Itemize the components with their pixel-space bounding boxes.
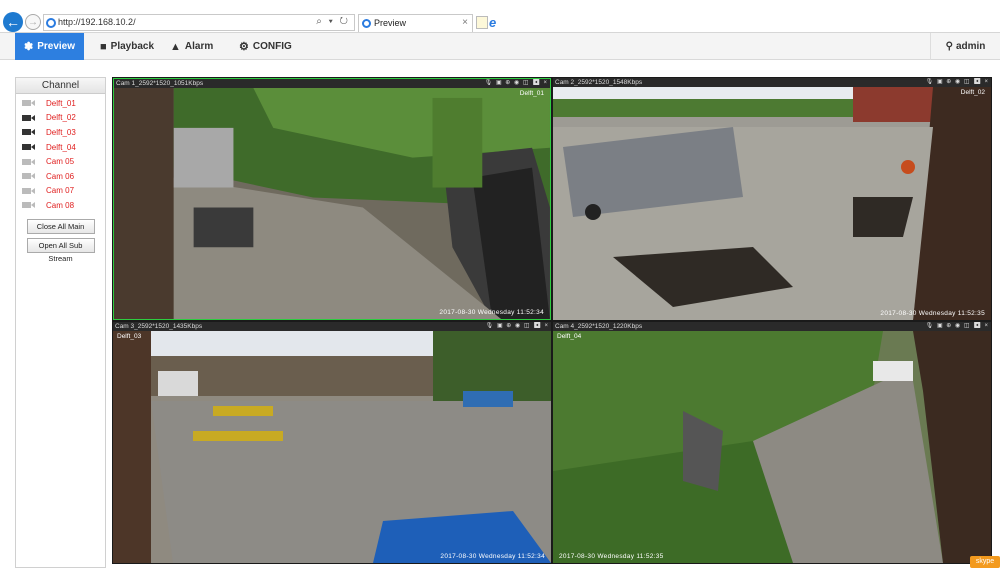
channel-label: Delft_03 [46,127,76,137]
osd-channel-name: Delft_04 [557,333,582,340]
channel-item[interactable]: Delft_04 [16,140,105,155]
cell-toolbar[interactable]: 🎙 ▣ ⊕ ◉ ◫ ◀ × [926,322,989,331]
playback-camera-icon: ■ [100,40,107,53]
nav-config-label: CONFIG [252,41,292,52]
camera-icon [22,129,35,136]
camera-feed-image [113,331,551,563]
browser-tab[interactable]: Preview × [358,14,473,32]
ie-tab-icon [362,19,371,28]
tab-title: Preview [374,18,407,28]
channel-item[interactable]: Delft_02 [16,111,105,126]
osd-timestamp: 2017-08-30 Wednesday 11:52:34 [439,309,544,316]
channel-label: Cam 06 [46,171,75,181]
channel-label: Cam 05 [46,157,75,167]
video-cell-3[interactable]: Cam 3_2592*1520_1435Kbps 🎙 ▣ ⊕ ◉ ◫ ◀ × D… [113,322,551,563]
cell-toolbar[interactable]: 🎙 ▣ ⊕ ◉ ◫ ◀ × [485,79,548,88]
new-tab-button[interactable] [476,16,488,29]
camera-icon [22,100,35,107]
channel-item[interactable]: Cam 08 [16,198,105,213]
close-tab-icon[interactable]: × [462,17,468,28]
cell-toolbar[interactable]: 🎙 ▣ ⊕ ◉ ◫ ◀ × [926,78,989,87]
user-name: admin [955,41,986,52]
open-all-sub-stream-button[interactable]: Open All Sub Stream [26,237,95,263]
channel-sidebar: Channel Delft_01 Delft_02 Delft_03 Delft… [15,77,106,568]
browser-chrome: ← → http://192.168.10.2/ ⌕ ▾ ↻ Preview ×… [0,0,1000,33]
arrow-right-icon: → [28,16,38,28]
channel-item[interactable]: Cam 05 [16,154,105,169]
camera-icon [22,114,35,121]
camera-feed-image [114,88,550,319]
nav-alarm[interactable]: ▲ Alarm [170,33,213,60]
osd-timestamp: 2017-08-30 Wednesday 11:52:34 [440,553,545,560]
camera-feed-image [553,331,991,563]
nav-alarm-label: Alarm [184,41,214,52]
user-icon: ⚲ [945,41,953,52]
osd-channel-name: Delft_01 [519,90,544,97]
skype-badge[interactable]: skype [970,556,1000,568]
channel-label: Cam 08 [46,200,75,210]
camera-feed-image [553,87,991,320]
video-cell-4[interactable]: Cam 4_2592*1520_1220Kbps 🎙 ▣ ⊕ ◉ ◫ ◀ × D… [553,322,991,563]
address-tools[interactable]: ⌕ ▾ ↻ [316,16,350,27]
preview-icon: ✽ [23,41,34,53]
cell-toolbar[interactable]: 🎙 ▣ ⊕ ◉ ◫ ◀ × [486,322,549,331]
channel-label: Delft_04 [46,142,76,152]
channel-item[interactable]: Cam 07 [16,184,105,199]
video-cell-1[interactable]: Cam 1_2592*1520_1051Kbps 🎙 ▣ ⊕ ◉ ◫ ◀ × D… [113,78,551,320]
forward-button[interactable]: → [25,14,41,30]
gear-icon: ⚙ [239,41,249,53]
nav-config[interactable]: ⚙ CONFIG [239,33,292,60]
channel-label: Delft_01 [46,98,76,108]
osd-timestamp: 2017-08-30 Wednesday 11:52:35 [880,310,985,317]
channel-label: Delft_02 [46,113,76,123]
camera-icon [22,158,35,165]
close-all-main-button[interactable]: Close All Main [26,218,95,234]
channel-label: Cam 07 [46,186,75,196]
back-button[interactable]: ← [3,12,23,32]
video-cell-2[interactable]: Cam 2_2592*1520_1548Kbps 🎙 ▣ ⊕ ◉ ◫ ◀ × D… [553,78,991,320]
nav-playback-label: Playback [110,41,155,52]
camera-icon [22,144,35,151]
arrow-left-icon: ← [6,14,20,30]
ie-logo-icon[interactable]: e [489,15,503,30]
camera-icon [22,202,35,209]
top-navigation: ✽ Preview ■ Playback ▲ Alarm ⚙ CONFIG ⚲ … [0,33,1000,60]
camera-icon [22,187,35,194]
address-url[interactable]: http://192.168.10.2/ [58,17,136,27]
video-grid: Cam 1_2592*1520_1051Kbps 🎙 ▣ ⊕ ◉ ◫ ◀ × D… [112,77,992,564]
nav-preview-label: Preview [37,41,76,52]
user-menu[interactable]: ⚲ admin [930,33,1000,60]
address-bar[interactable]: http://192.168.10.2/ ⌕ ▾ ↻ [43,14,355,31]
osd-channel-name: Delft_02 [960,89,985,96]
channel-item[interactable]: Delft_01 [16,96,105,111]
channel-item[interactable]: Cam 06 [16,169,105,184]
osd-timestamp: 2017-08-30 Wednesday 11:52:35 [559,553,664,560]
osd-channel-name: Delft_03 [117,333,142,340]
bell-icon: ▲ [170,40,181,53]
ie-page-icon [46,18,56,28]
nav-preview[interactable]: ✽ Preview [15,33,84,60]
camera-icon [22,173,35,180]
nav-playback[interactable]: ■ Playback [100,33,154,60]
channel-title: Channel [16,78,105,94]
channel-item[interactable]: Delft_03 [16,125,105,140]
